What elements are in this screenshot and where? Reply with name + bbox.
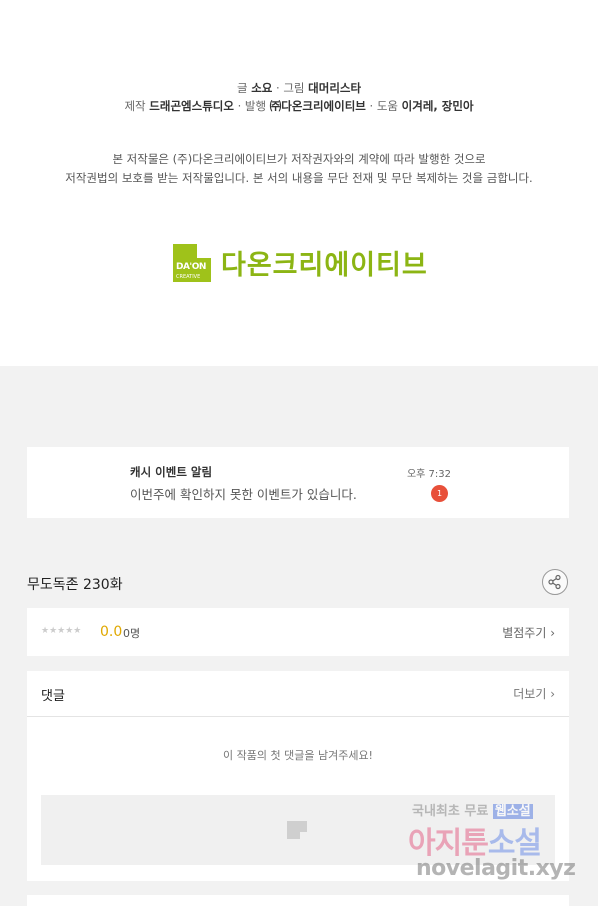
rate-button[interactable]: 별점주기 › (502, 624, 555, 641)
helpers-names: 이겨레, 장민아 (401, 99, 474, 113)
more-comments-link[interactable]: 더보기 › (513, 685, 555, 702)
producer-name: 드래곤엠스튜디오 (149, 99, 234, 113)
empty-comments-message: 이 작품의 첫 댓글을 남겨주세요! (223, 749, 373, 762)
copyright-line-2: 저작권법의 보호를 받는 저작물입니다. 본 서의 내용을 무단 전재 및 무단… (65, 171, 533, 185)
event-notification[interactable]: 캐시 이벤트 알림 이번주에 확인하지 못한 이벤트가 있습니다. 오후 7:3… (27, 447, 569, 518)
watermark-tag: 웹소설 (492, 804, 533, 819)
copyright-notice: 본 저작물은 (주)다온크리에이티브가 저작권자와의 계약에 따라 발행한 것으… (0, 150, 598, 188)
share-button[interactable] (542, 569, 568, 595)
publisher-name: ㈜다온크리에이티브 (269, 99, 366, 113)
credit-line-production: 제작 드래곤엠스튜디오 · 발행 ㈜다온크리에이티브 · 도움 이겨레, 장민아 (0, 98, 598, 114)
divider (27, 716, 569, 717)
rating-section: ★★★★★ 0.0 0명 별점주기 › (27, 608, 569, 656)
publisher-logo: DA'ON CREATIVE 다온크리에이티브 (173, 243, 428, 282)
credits-section: 글 소요 · 그림 대머리스타 제작 드래곤엠스튜디오 · 발행 ㈜다온크리에이… (0, 0, 598, 366)
rating-count: 0명 (123, 627, 141, 640)
rating-score: 0.0 (100, 624, 123, 640)
artist-name: 대머리스타 (308, 81, 362, 95)
writer-label: 글 (236, 81, 248, 95)
logo-mark-sub: CREATIVE (176, 273, 201, 280)
notification-title: 캐시 이벤트 알림 (130, 465, 213, 479)
watermark-line-1: 국내최초 무료 웹소설 (412, 800, 533, 819)
share-icon (548, 574, 561, 590)
watermark-tagline: 국내최초 무료 (412, 804, 489, 819)
publisher-label: · 발행 (237, 99, 267, 113)
logo-name: 다온크리에이티브 (221, 250, 428, 281)
copyright-line-1: 본 저작물은 (주)다온크리에이티브가 저작권자와의 계약에 따라 발행한 것으… (112, 152, 486, 166)
episode-title: 무도독존 230화 (27, 577, 123, 593)
daon-logo-icon: DA'ON CREATIVE (173, 243, 211, 282)
notification-badge: 1 (431, 485, 448, 502)
star-rating-icon: ★★★★★ (41, 626, 82, 636)
notification-message: 이번주에 확인하지 못한 이벤트가 있습니다. (130, 487, 357, 502)
producer-label: 제작 (124, 99, 146, 113)
helpers-label: · 도움 (369, 99, 399, 113)
comments-heading: 댓글 (41, 689, 65, 704)
artist-label: · 그림 (276, 81, 305, 95)
credit-line-authors: 글 소요 · 그림 대머리스타 (0, 80, 598, 96)
writer-name: 소요 (251, 81, 273, 95)
watermark-url: novelagit.xyz (416, 856, 576, 881)
watermark: 국내최초 무료 웹소설 아지툰소설 novelagit.xyz (408, 800, 578, 890)
notification-time: 오후 7:32 (406, 469, 451, 480)
next-section-card (27, 895, 569, 906)
logo-mark-text: DA'ON (176, 261, 206, 272)
image-placeholder-icon (287, 821, 307, 839)
